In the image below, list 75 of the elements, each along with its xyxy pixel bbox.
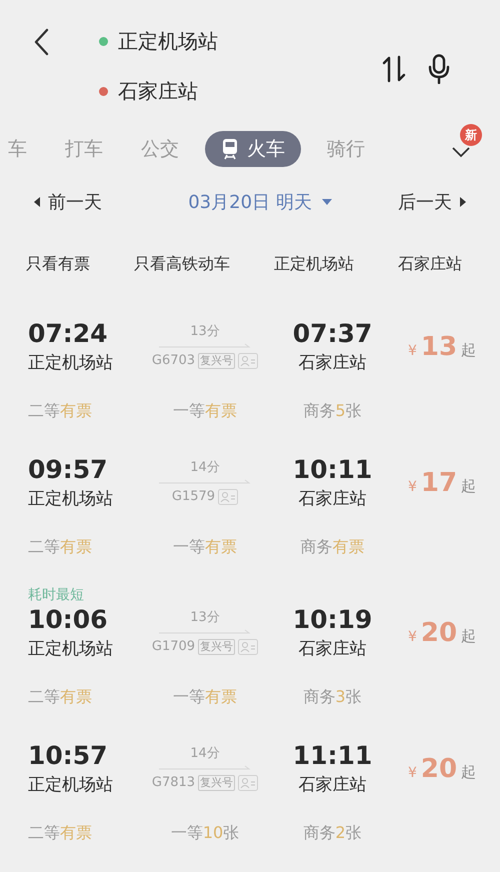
- arrive-time: 11:11: [292, 740, 372, 772]
- seat-availability: 二等有票: [28, 686, 92, 708]
- train-number: G7813: [152, 774, 196, 792]
- train-number: G1709: [152, 638, 196, 656]
- seat-availability: 二等有票: [28, 400, 92, 422]
- currency-symbol: ¥: [408, 478, 417, 496]
- arrive-station: 石家庄站: [298, 638, 366, 661]
- caret-right-icon: [460, 197, 466, 207]
- train-number: G1579: [172, 488, 216, 506]
- price-suffix: 起: [461, 762, 476, 782]
- chevron-down-icon[interactable]: [452, 146, 470, 158]
- transport-tab[interactable]: 火车: [205, 131, 301, 167]
- currency-symbol: ¥: [408, 628, 417, 646]
- back-icon[interactable]: [33, 28, 49, 56]
- origin-station[interactable]: 正定机场站: [118, 26, 218, 56]
- filter-button[interactable]: 正定机场站: [274, 252, 354, 276]
- train-type-tag: 复兴号: [198, 353, 236, 369]
- price-suffix: 起: [461, 626, 476, 646]
- date-selector[interactable]: 03月20日 明天: [188, 188, 332, 216]
- depart-time: 07:24: [28, 318, 108, 350]
- duration: 13分: [190, 609, 220, 628]
- filter-button[interactable]: 只看高铁动车: [134, 252, 230, 276]
- caret-down-icon: [322, 199, 332, 205]
- seat-availability: 一等有票: [173, 400, 237, 422]
- next-day-button[interactable]: 后一天: [398, 188, 466, 216]
- train-number: G6703: [152, 352, 196, 370]
- depart-station: 正定机场站: [28, 488, 113, 511]
- arrive-station: 石家庄站: [298, 774, 366, 797]
- seat-availability: 一等有票: [173, 536, 237, 558]
- seat-availability: 一等有票: [173, 686, 237, 708]
- seat-availability: 商务有票: [300, 536, 364, 558]
- arrive-time: 07:37: [292, 318, 372, 350]
- new-badge: 新: [460, 124, 482, 146]
- previous-day-button[interactable]: 前一天: [34, 188, 102, 216]
- arrive-time: 10:11: [292, 454, 372, 486]
- arrive-station: 石家庄站: [298, 488, 366, 511]
- shortest-duration-tag: 耗时最短: [28, 588, 84, 602]
- seat-availability: 二等有票: [28, 822, 92, 844]
- depart-time: 10:06: [28, 604, 108, 636]
- person-id-icon: [238, 775, 258, 791]
- person-id-icon: [218, 489, 238, 505]
- microphone-icon[interactable]: [428, 54, 450, 84]
- price: 17: [420, 466, 458, 500]
- depart-station: 正定机场站: [28, 774, 113, 797]
- train-icon: [221, 138, 239, 160]
- seat-availability: 二等有票: [28, 536, 92, 558]
- price: 13: [420, 330, 458, 364]
- seat-availability: 商务2张: [303, 822, 362, 844]
- price: 20: [420, 616, 458, 650]
- arrive-station: 石家庄站: [298, 352, 366, 375]
- depart-station: 正定机场站: [28, 638, 113, 661]
- price-suffix: 起: [461, 340, 476, 360]
- person-id-icon: [238, 639, 258, 655]
- person-id-icon: [238, 353, 258, 369]
- seat-availability: 一等10张: [170, 822, 240, 844]
- depart-station: 正定机场站: [28, 352, 113, 375]
- filter-button[interactable]: 石家庄站: [398, 252, 462, 276]
- train-type-tag: 复兴号: [198, 639, 236, 655]
- seat-availability: 商务3张: [303, 686, 362, 708]
- currency-symbol: ¥: [408, 342, 417, 360]
- duration: 13分: [190, 323, 220, 342]
- destination-station[interactable]: 石家庄站: [118, 76, 198, 106]
- caret-left-icon: [34, 197, 40, 207]
- price-suffix: 起: [461, 476, 476, 496]
- arrive-time: 10:19: [292, 604, 372, 636]
- swap-icon[interactable]: [382, 55, 406, 83]
- filter-button[interactable]: 只看有票: [26, 252, 90, 276]
- train-type-tag: 复兴号: [198, 775, 236, 791]
- seat-availability: 商务5张: [303, 400, 362, 422]
- depart-time: 09:57: [28, 454, 108, 486]
- price: 20: [420, 752, 458, 786]
- depart-time: 10:57: [28, 740, 108, 772]
- duration: 14分: [190, 459, 220, 478]
- duration: 14分: [190, 745, 220, 764]
- currency-symbol: ¥: [408, 764, 417, 782]
